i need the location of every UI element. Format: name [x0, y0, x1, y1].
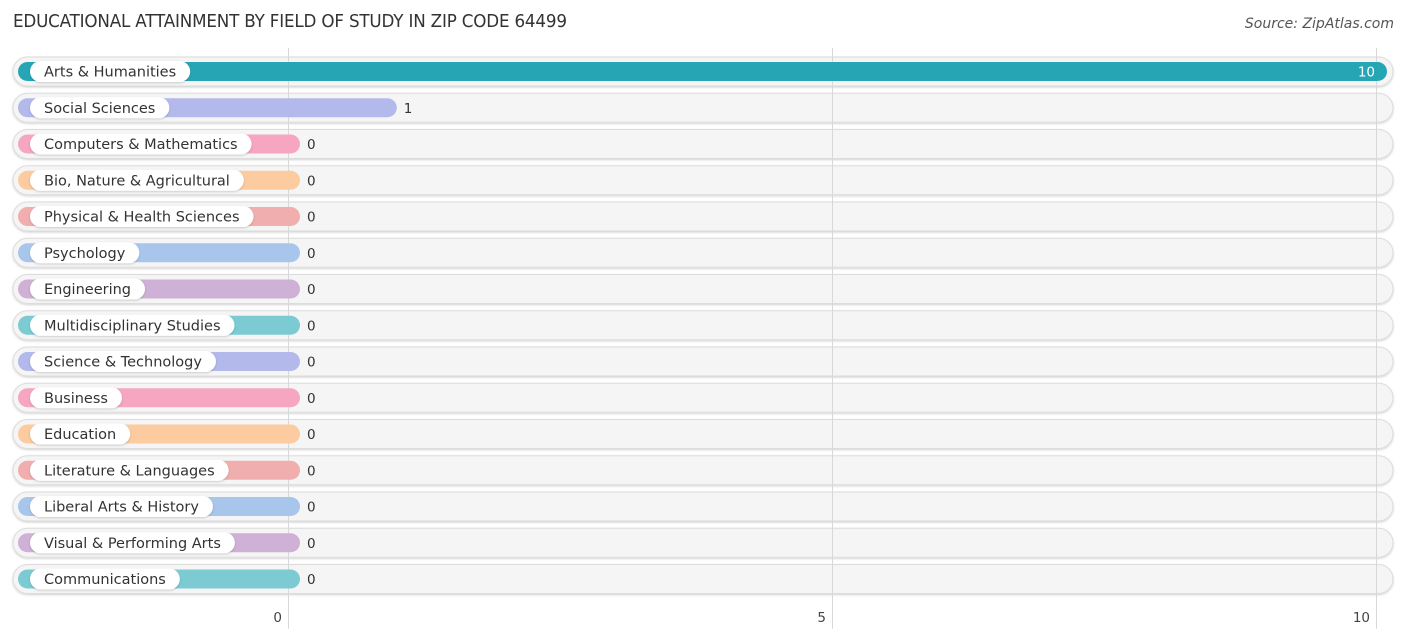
category-label: Engineering — [44, 282, 131, 298]
category-label: Bio, Nature & Agricultural — [44, 173, 230, 189]
category-label: Visual & Performing Arts — [44, 536, 221, 552]
value-label: 0 — [307, 500, 316, 516]
category-label: Computers & Mathematics — [44, 137, 238, 153]
category-label-pill: Social Sciences — [30, 97, 170, 119]
value-label: 0 — [307, 173, 316, 189]
x-tick-label: 0 — [273, 610, 282, 626]
x-tick-label: 5 — [817, 610, 826, 626]
category-label: Arts & Humanities — [44, 65, 176, 81]
category-label: Literature & Languages — [44, 463, 215, 479]
category-label: Education — [44, 427, 116, 443]
category-label-pill: Bio, Nature & Agricultural — [30, 169, 244, 191]
category-label-pill: Psychology — [30, 242, 140, 264]
category-label-pill: Visual & Performing Arts — [30, 532, 235, 554]
value-label: 0 — [307, 536, 316, 552]
value-label: 0 — [307, 210, 316, 226]
category-label-pill: Business — [30, 387, 122, 409]
category-label: Business — [44, 391, 108, 407]
bar-group[interactable]: Science & Technology 0 — [18, 351, 316, 372]
bar-group[interactable]: Communications 0 — [18, 568, 316, 590]
category-label-pill: Communications — [30, 568, 180, 590]
x-axis-ticks: 0 5 10 — [273, 610, 1370, 626]
value-label: 0 — [307, 391, 316, 407]
bar-group[interactable]: Liberal Arts & History 0 — [18, 496, 316, 517]
category-label-pill: Arts & Humanities — [30, 61, 191, 82]
value-label: 0 — [307, 427, 316, 443]
value-label: 0 — [307, 282, 316, 298]
bar-group[interactable]: Visual & Performing Arts 0 — [18, 532, 316, 554]
value-label: 0 — [307, 355, 316, 371]
category-label: Multidisciplinary Studies — [44, 318, 221, 334]
category-label-pill: Education — [30, 423, 131, 445]
value-label: 0 — [307, 246, 316, 262]
bar-group[interactable]: Education 0 — [18, 423, 316, 445]
category-label-pill: Literature & Languages — [30, 459, 229, 481]
x-tick-label: 10 — [1353, 610, 1370, 626]
category-label-pill: Multidisciplinary Studies — [30, 314, 235, 336]
category-label-pill: Engineering — [30, 278, 145, 300]
category-label-pill: Computers & Mathematics — [30, 133, 252, 155]
bar-group[interactable]: Arts & Humanities 10 — [18, 61, 1387, 82]
value-label: 0 — [307, 137, 316, 153]
value-label: 1 — [404, 101, 413, 117]
bar-group[interactable]: Engineering 0 — [18, 278, 316, 300]
category-label: Liberal Arts & History — [44, 500, 199, 516]
category-label: Physical & Health Sciences — [44, 210, 240, 226]
bar-group[interactable]: Bio, Nature & Agricultural 0 — [18, 169, 316, 191]
category-label-pill: Science & Technology — [30, 351, 216, 372]
category-label: Science & Technology — [44, 355, 202, 371]
value-label: 10 — [1358, 65, 1375, 81]
value-label: 0 — [307, 463, 316, 479]
bar-group[interactable]: Social Sciences 1 — [18, 97, 413, 119]
category-label: Communications — [44, 572, 166, 588]
category-label-pill: Physical & Health Sciences — [30, 206, 254, 227]
bar-group[interactable]: Multidisciplinary Studies 0 — [18, 314, 316, 336]
bar-group[interactable]: Computers & Mathematics 0 — [18, 133, 316, 155]
bar[interactable] — [18, 62, 1387, 81]
bar-chart: Arts & Humanities 10 Social Sciences 1 Compu… — [12, 48, 1394, 629]
category-label-pill: Liberal Arts & History — [30, 496, 213, 517]
bar-group[interactable]: Psychology 0 — [18, 242, 316, 264]
category-label: Social Sciences — [44, 101, 155, 117]
bar-group[interactable]: Business 0 — [18, 387, 316, 409]
category-label: Psychology — [44, 246, 126, 262]
value-label: 0 — [307, 318, 316, 334]
value-label: 0 — [307, 572, 316, 588]
bar-group[interactable]: Physical & Health Sciences 0 — [18, 206, 316, 227]
bar-group[interactable]: Literature & Languages 0 — [18, 459, 316, 481]
